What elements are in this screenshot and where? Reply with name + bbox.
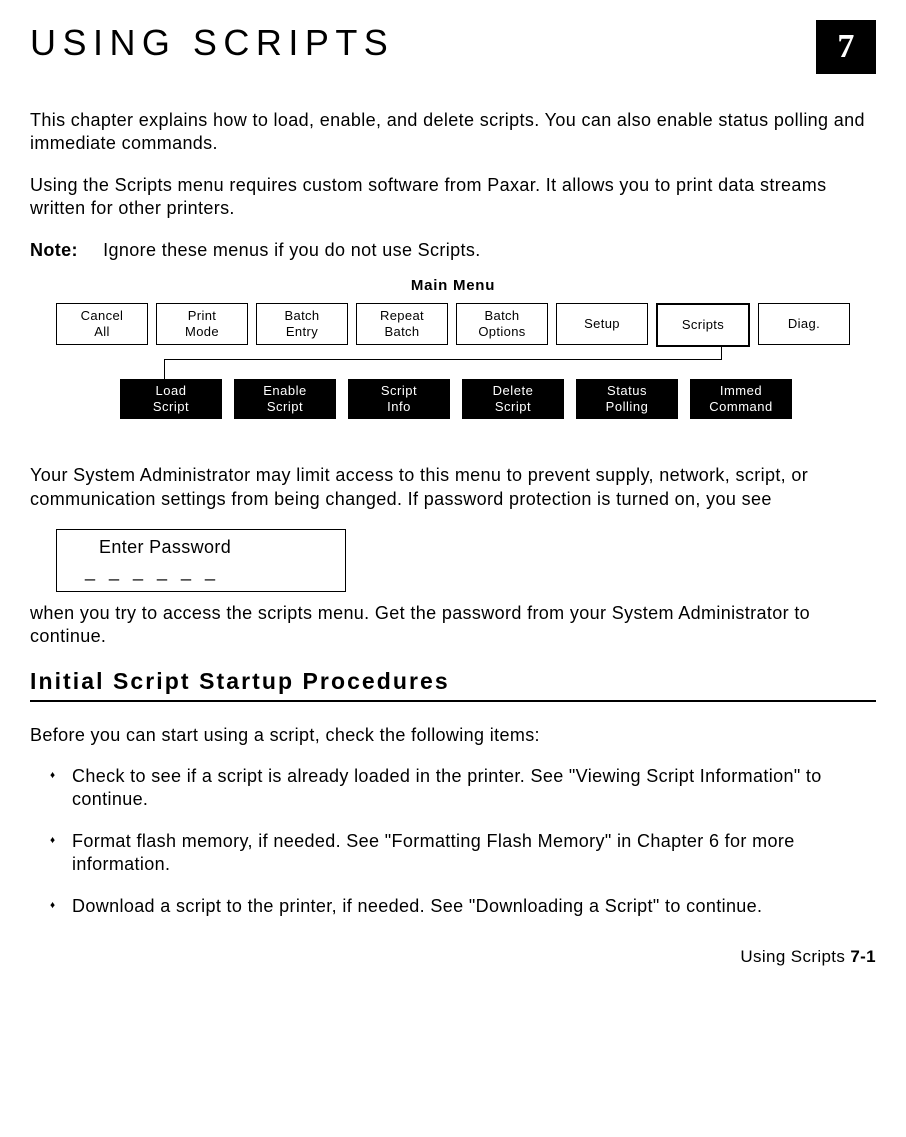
intro-paragraph-2: Using the Scripts menu requires custom s… [30,174,876,221]
note-row: Note: Ignore these menus if you do not u… [30,239,876,262]
submenu-load-script: LoadScript [120,379,222,419]
footer-text: Using Scripts [740,947,845,966]
access-paragraph: when you try to access the scripts menu.… [30,602,876,649]
submenu-status-polling: StatusPolling [576,379,678,419]
submenu-script-info: ScriptInfo [348,379,450,419]
password-prompt-blanks: _ _ _ _ _ _ [71,560,331,583]
bullet-list: Check to see if a script is already load… [30,765,876,918]
list-item: Check to see if a script is already load… [50,765,876,812]
diagram-title: Main Menu [30,276,876,296]
menu-repeat-batch: RepeatBatch [356,303,448,345]
menu-setup: Setup [556,303,648,345]
menu-batch-entry: BatchEntry [256,303,348,345]
page-title: USING SCRIPTS [30,20,394,67]
submenu-enable-script: EnableScript [234,379,336,419]
section-heading: Initial Script Startup Procedures [30,667,876,702]
section-intro: Before you can start using a script, che… [30,724,876,747]
password-prompt-label: Enter Password [71,536,331,559]
password-prompt-box: Enter Password _ _ _ _ _ _ [56,529,346,592]
chapter-number-badge: 7 [816,20,876,74]
page-footer: Using Scripts 7-1 [30,946,876,968]
submenu-immed-command: ImmedCommand [690,379,792,419]
admin-paragraph: Your System Administrator may limit acce… [30,464,876,511]
menu-diagram: Main Menu CancelAll PrintMode BatchEntry… [30,276,876,420]
note-text: Ignore these menus if you do not use Scr… [103,240,480,260]
intro-paragraph-1: This chapter explains how to load, enabl… [30,109,876,156]
menu-cancel-all: CancelAll [56,303,148,345]
menu-batch-options: BatchOptions [456,303,548,345]
submenu-delete-script: DeleteScript [462,379,564,419]
list-item: Download a script to the printer, if nee… [50,895,876,918]
note-label: Note: [30,239,78,262]
menu-scripts: Scripts [656,303,750,347]
menu-diag: Diag. [758,303,850,345]
footer-page-number: 7-1 [850,947,876,966]
diagram-connector [30,347,876,379]
menu-print-mode: PrintMode [156,303,248,345]
list-item: Format flash memory, if needed. See "For… [50,830,876,877]
